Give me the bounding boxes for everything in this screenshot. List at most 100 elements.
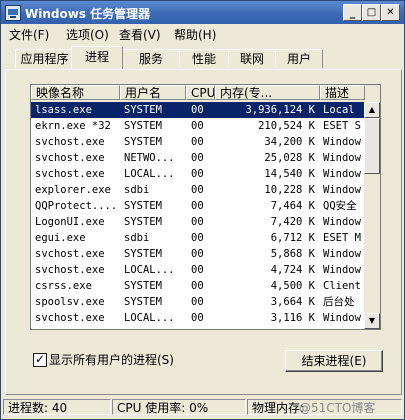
row-cpu: 00 <box>191 296 204 308</box>
column-user-name[interactable]: 用户名 <box>120 85 186 100</box>
task-manager-app-icon <box>5 5 21 21</box>
table-row[interactable]: LogonUI.exe SYSTEM 00 7,420 K Window <box>31 214 364 230</box>
row-image-name: explorer.exe <box>35 184 111 196</box>
process-list-header: 映像名称 用户名 CPU 内存(专... 描述 <box>31 85 380 102</box>
watermark-text: @51CTO博客 <box>299 401 376 415</box>
status-cpu-usage: CPU 使用率: 0% <box>112 399 246 415</box>
row-user-name: SYSTEM <box>124 200 162 212</box>
table-row[interactable]: svchost.exe LOCAL... 00 3,116 K Window <box>31 310 364 326</box>
row-description: ESET S <box>323 120 361 132</box>
row-memory: 4,724 K <box>270 264 315 276</box>
row-cpu: 00 <box>191 104 204 116</box>
tab-processes[interactable]: 进程 <box>71 46 123 69</box>
vertical-scrollbar[interactable]: ▲ ▼ <box>364 102 380 329</box>
row-memory: 7,420 K <box>270 216 315 228</box>
row-user-name: SYSTEM <box>124 104 162 116</box>
row-description: Client <box>323 280 361 292</box>
row-image-name: csrss.exe <box>35 280 92 292</box>
menu-bar: 文件(F) 选项(O) 查看(V) 帮助(H) <box>1 24 404 43</box>
row-memory: 5,868 K <box>270 248 315 260</box>
table-row[interactable]: QQProtect.... SYSTEM 00 7,464 K QQ安全 <box>31 198 364 214</box>
table-row[interactable]: egui.exe sdbi 00 6,712 K ESET M <box>31 230 364 246</box>
show-all-users-label[interactable]: 显示所有用户的进程(S) <box>49 351 174 368</box>
row-memory: 6,712 K <box>270 232 315 244</box>
row-user-name: SYSTEM <box>124 280 162 292</box>
table-row[interactable]: explorer.exe sdbi 00 10,228 K Window <box>31 182 364 198</box>
row-memory: 7,464 K <box>270 200 315 212</box>
row-description: 后台处 <box>323 296 355 308</box>
row-user-name: LOCAL... <box>124 264 175 276</box>
title-bar[interactable]: Windows 任务管理器 _ □ ✕ <box>1 1 404 24</box>
row-cpu: 00 <box>191 152 204 164</box>
table-row[interactable]: svchost.exe LOCAL... 00 14,540 K Window <box>31 166 364 182</box>
maximize-button[interactable]: □ <box>362 4 381 21</box>
row-cpu: 00 <box>191 248 204 260</box>
tab-users[interactable]: 用户 <box>275 49 323 68</box>
close-button[interactable]: ✕ <box>381 4 400 21</box>
row-image-name: svchost.exe <box>35 168 105 180</box>
row-description: Window <box>323 152 361 164</box>
row-image-name: lsass.exe <box>35 104 92 116</box>
process-list[interactable]: 映像名称 用户名 CPU 内存(专... 描述 lsass.exe SYSTEM 0… <box>30 84 381 330</box>
table-row[interactable]: ekrn.exe *32 SYSTEM 00 210,524 K ESET S <box>31 118 364 134</box>
row-description: Local <box>323 104 355 116</box>
row-image-name: egui.exe <box>35 232 86 244</box>
table-row[interactable]: spoolsv.exe SYSTEM 00 3,664 K 后台处 <box>31 294 364 310</box>
menu-help[interactable]: 帮助(H) <box>174 26 216 43</box>
row-description: Window <box>323 184 361 196</box>
checkmark-icon: ✓ <box>35 352 46 366</box>
tab-performance[interactable]: 性能 <box>179 49 229 68</box>
row-image-name: svchost.exe <box>35 264 105 276</box>
row-image-name: spoolsv.exe <box>35 296 105 308</box>
row-image-name: svchost.exe <box>35 136 105 148</box>
table-row[interactable]: svchost.exe NETWO... 00 25,028 K Window <box>31 150 364 166</box>
row-memory: 10,228 K <box>264 184 315 196</box>
scroll-down-arrow-icon[interactable]: ▼ <box>364 313 380 329</box>
status-process-count: 进程数: 40 <box>3 399 111 415</box>
menu-file[interactable]: 文件(F) <box>9 26 49 43</box>
scroll-up-arrow-icon[interactable]: ▲ <box>364 102 380 118</box>
column-cpu[interactable]: CPU <box>186 85 215 100</box>
row-user-name: SYSTEM <box>124 216 162 228</box>
table-row[interactable]: lsass.exe SYSTEM 00 3,936,124 K Local <box>31 102 364 118</box>
show-all-users-checkbox[interactable]: ✓ <box>33 352 47 367</box>
scroll-thumb[interactable] <box>364 118 380 174</box>
row-description: Window <box>323 248 361 260</box>
column-description[interactable]: 描述 <box>320 85 365 100</box>
tab-services[interactable]: 服务 <box>122 49 180 68</box>
row-image-name: svchost.exe <box>35 248 105 260</box>
row-cpu: 00 <box>191 264 204 276</box>
row-memory: 34,200 K <box>264 136 315 148</box>
table-row[interactable]: svchost.exe SYSTEM 00 34,200 K Window <box>31 134 364 150</box>
row-user-name: SYSTEM <box>124 248 162 260</box>
row-user-name: sdbi <box>124 232 150 244</box>
row-cpu: 00 <box>191 168 204 180</box>
menu-options[interactable]: 选项(O) <box>66 26 109 43</box>
column-memory[interactable]: 内存(专... <box>215 85 320 100</box>
row-memory: 3,664 K <box>270 296 315 308</box>
row-user-name: sdbi <box>124 184 150 196</box>
row-cpu: 00 <box>191 136 204 148</box>
row-description: Window <box>323 312 361 324</box>
tab-applications[interactable]: 应用程序 <box>15 49 74 68</box>
table-row[interactable]: csrss.exe SYSTEM 00 4,500 K Client <box>31 278 364 294</box>
row-memory: 4,500 K <box>270 280 315 292</box>
row-user-name: LOCAL... <box>124 312 175 324</box>
tab-strip: 应用程序 进程 服务 性能 联网 用户 <box>1 45 404 69</box>
row-image-name: ekrn.exe *32 <box>35 120 111 132</box>
row-cpu: 00 <box>191 312 204 324</box>
column-image-name[interactable]: 映像名称 <box>31 85 120 100</box>
row-description: ESET M <box>323 232 361 244</box>
end-process-button[interactable]: 结束进程(E) <box>285 350 383 372</box>
minimize-button[interactable]: _ <box>343 4 362 21</box>
row-image-name: svchost.exe <box>35 152 105 164</box>
row-description: Window <box>323 168 361 180</box>
row-cpu: 00 <box>191 120 204 132</box>
table-row[interactable]: svchost.exe SYSTEM 00 5,868 K Window <box>31 246 364 262</box>
window-title: Windows 任务管理器 <box>25 7 151 21</box>
table-row[interactable]: svchost.exe LOCAL... 00 4,724 K Window <box>31 262 364 278</box>
tab-networking[interactable]: 联网 <box>228 49 276 68</box>
row-cpu: 00 <box>191 216 204 228</box>
row-cpu: 00 <box>191 200 204 212</box>
menu-view[interactable]: 查看(V) <box>119 26 161 43</box>
